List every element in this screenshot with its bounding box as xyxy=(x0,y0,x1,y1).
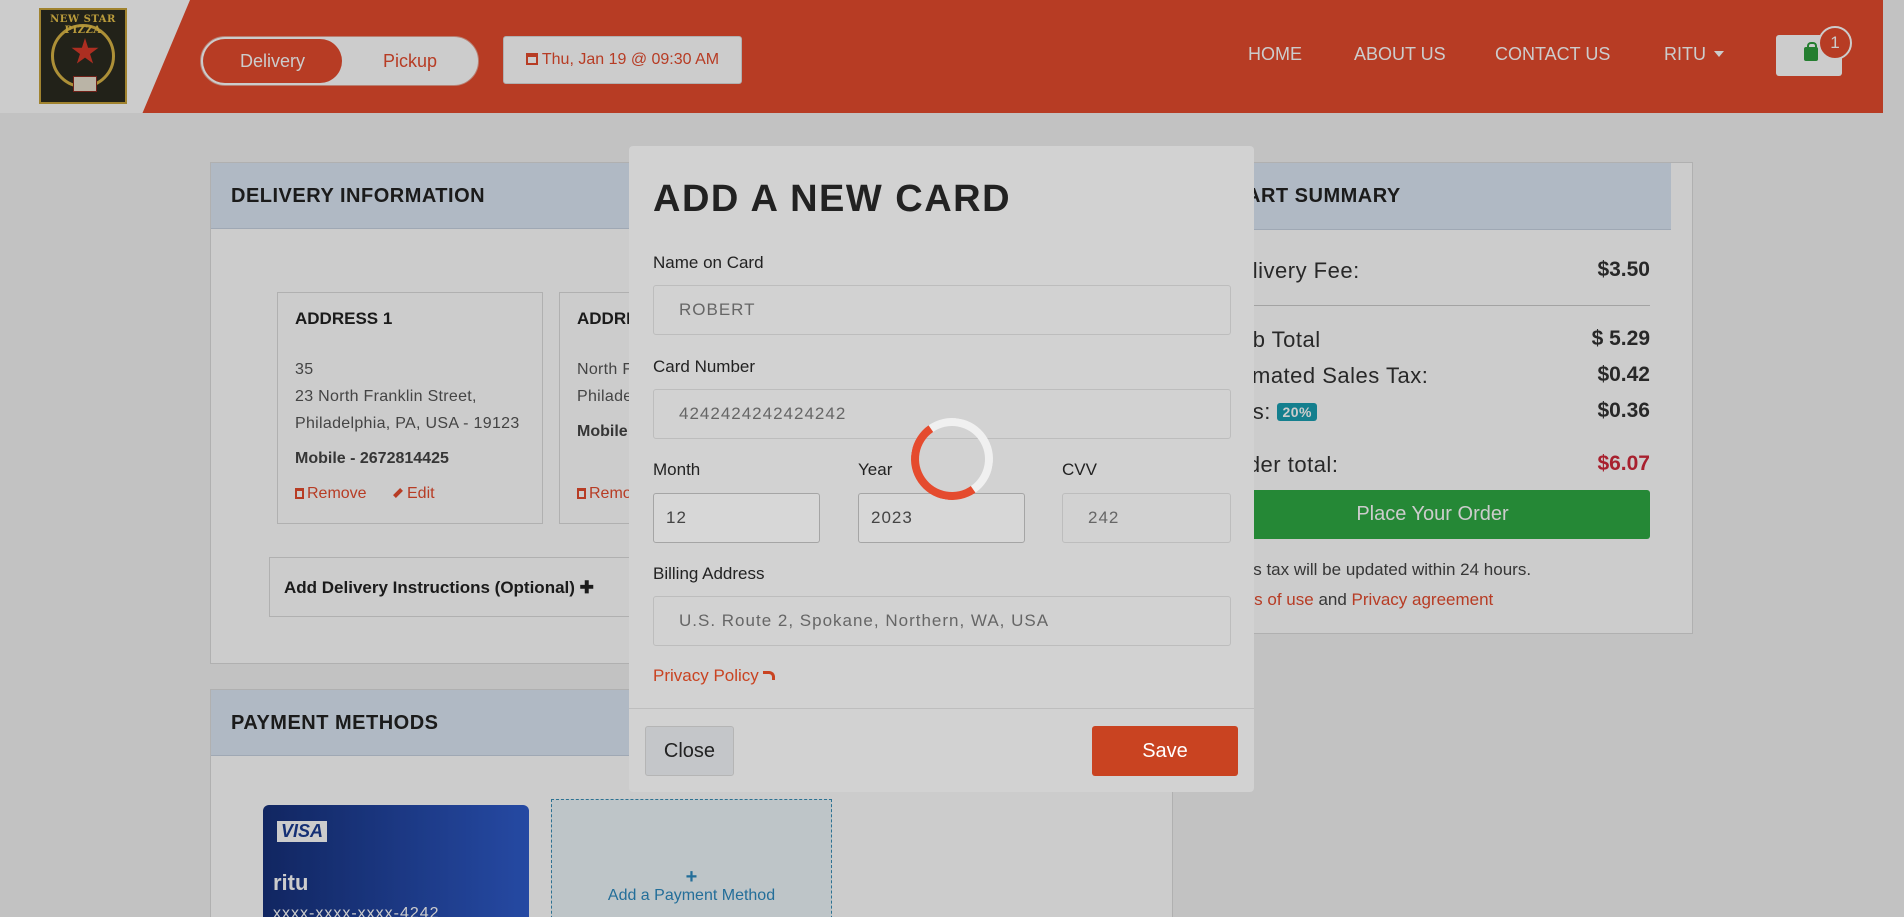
card-number-label: Card Number xyxy=(653,357,756,376)
billing-address-input[interactable]: U.S. Route 2, Spokane, Northern, WA, USA xyxy=(653,596,1231,646)
modal-title: ADD A NEW CARD xyxy=(653,178,1012,220)
name-on-card-input[interactable]: ROBERT xyxy=(653,285,1231,335)
cvv-label: CVV xyxy=(1062,460,1097,479)
name-label: Name on Card xyxy=(653,253,764,272)
month-label: Month xyxy=(653,460,701,479)
close-button[interactable]: Close xyxy=(645,726,734,776)
privacy-policy-link[interactable]: Privacy Policy xyxy=(653,666,775,686)
share-icon xyxy=(762,671,775,680)
year-label: Year xyxy=(858,460,893,479)
year-input[interactable]: 2023 xyxy=(858,493,1025,543)
modal-footer-divider xyxy=(629,708,1254,709)
save-button[interactable]: Save xyxy=(1092,726,1238,776)
cvv-input[interactable]: 242 xyxy=(1062,493,1231,543)
billing-address-label: Billing Address xyxy=(653,564,765,583)
month-input[interactable]: 12 xyxy=(653,493,820,543)
privacy-policy-label: Privacy Policy xyxy=(653,666,759,685)
